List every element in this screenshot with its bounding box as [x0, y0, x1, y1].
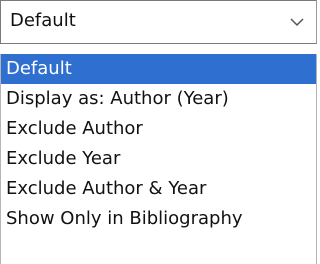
option-show-only-bibliography[interactable]: Show Only in Bibliography: [1, 204, 316, 234]
option-exclude-author[interactable]: Exclude Author: [1, 114, 316, 144]
citation-format-dropdown: Default Default Display as: Author (Year…: [0, 0, 317, 264]
citation-format-select[interactable]: Default: [0, 0, 317, 44]
option-exclude-year[interactable]: Exclude Year: [1, 144, 316, 174]
selected-value: Default: [10, 10, 76, 31]
option-display-author-year[interactable]: Display as: Author (Year): [1, 84, 316, 114]
option-default[interactable]: Default: [1, 54, 316, 84]
dropdown-option-list: Default Display as: Author (Year) Exclud…: [0, 54, 317, 264]
chevron-down-icon[interactable]: [290, 17, 304, 27]
option-exclude-author-year[interactable]: Exclude Author & Year: [1, 174, 316, 204]
